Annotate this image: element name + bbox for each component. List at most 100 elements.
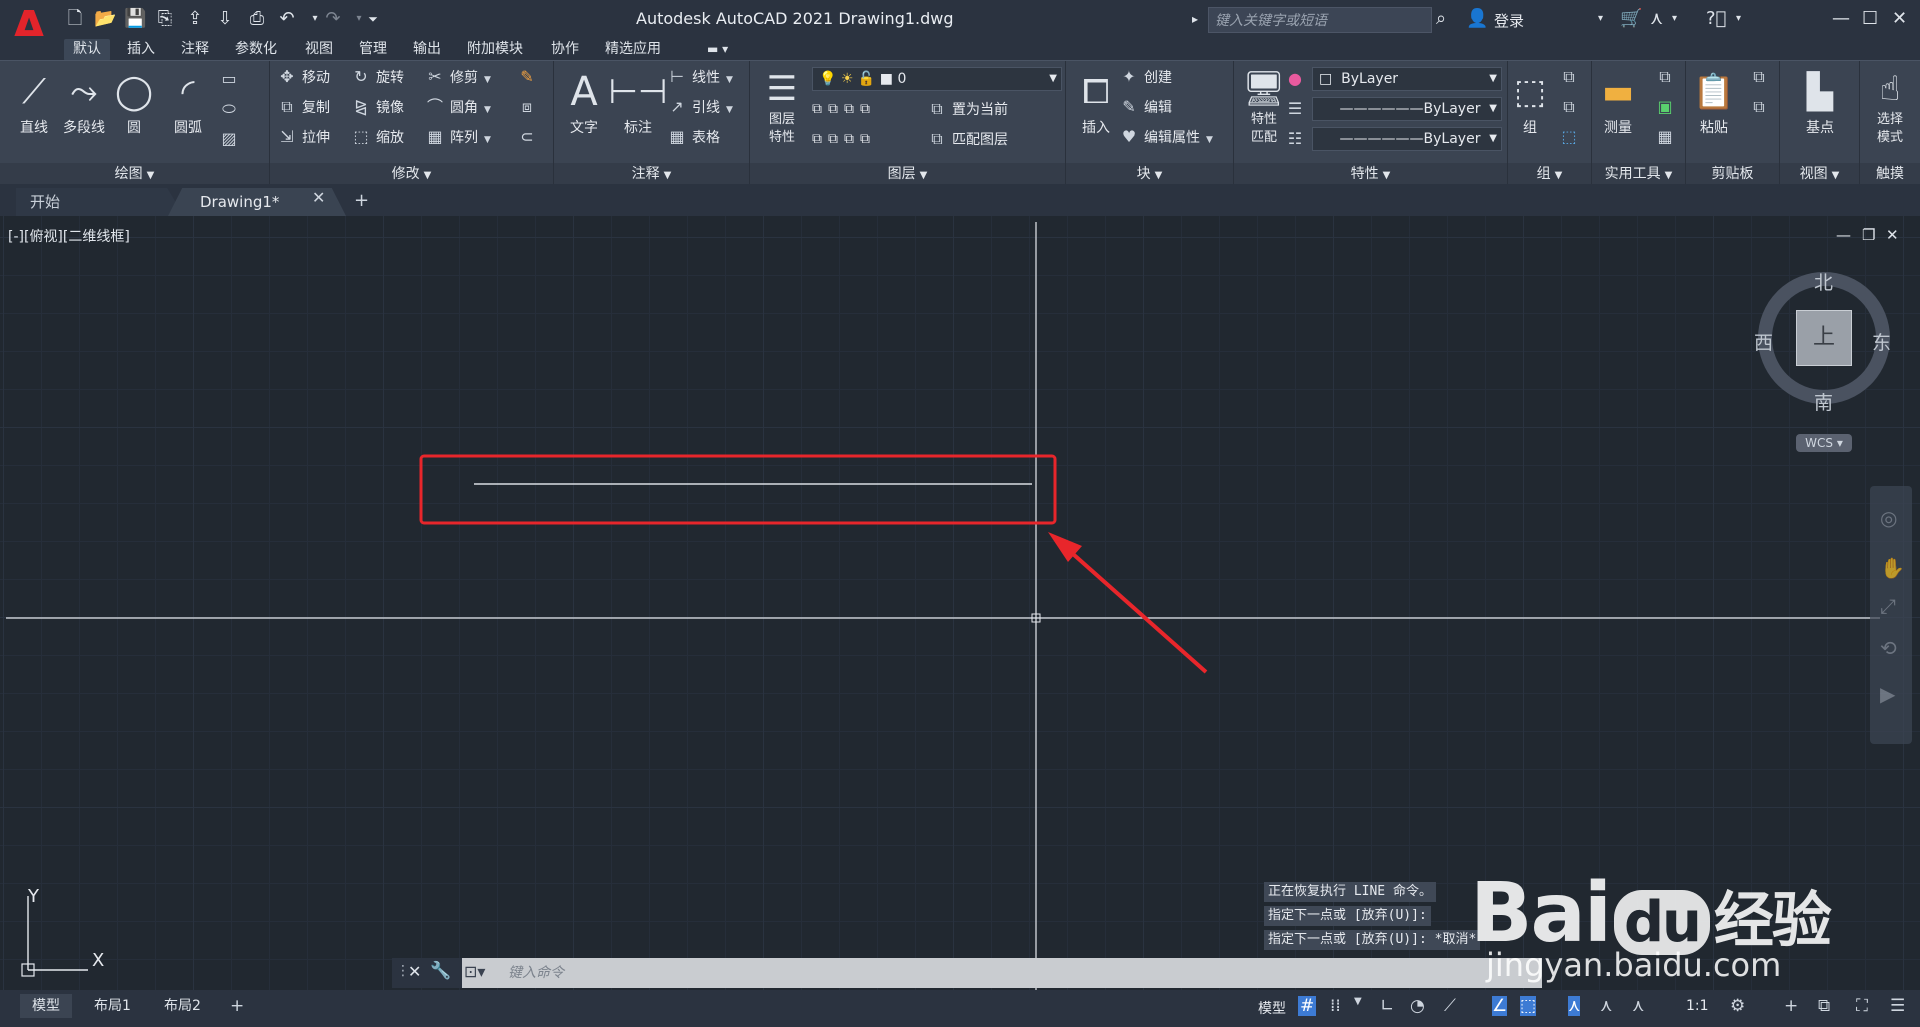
new-file-icon[interactable]: 🗋 [64, 8, 86, 30]
cut-icon[interactable]: ⧉ [1748, 65, 1774, 89]
group-edit-icon[interactable]: ⧉ [1558, 95, 1584, 119]
ellipse-button[interactable]: ⬭ [218, 97, 244, 121]
ungroup-icon[interactable]: ⧉ [1558, 65, 1584, 89]
fillet-button[interactable]: ⌒ 圆角 ▼ [424, 95, 491, 119]
lineweight-dropdown[interactable]: ——————ByLayer ▼ [1312, 97, 1502, 121]
search-input[interactable]: 键入关键字或短语 [1208, 7, 1432, 33]
tab-parametric[interactable]: 参数化 [226, 39, 286, 61]
group-select-icon[interactable]: ⬚ [1558, 125, 1584, 149]
ribbon-toggle-icon[interactable]: ▬ ▾ [698, 39, 737, 61]
search-icon[interactable]: ⌕ [1436, 8, 1446, 30]
steering-wheel-icon[interactable]: ◎ [1880, 506, 1897, 530]
model-space-toggle[interactable]: 模型 [1258, 998, 1286, 1018]
maximize-icon[interactable]: ☐ [1862, 8, 1878, 30]
tab-view[interactable]: 视图 [296, 39, 342, 61]
save-as-icon[interactable]: ⎘ [154, 8, 176, 30]
close-icon[interactable]: ✕ [1892, 8, 1907, 30]
quick-select-icon[interactable]: ▣ [1654, 95, 1680, 119]
compass-north[interactable]: 北 [1814, 268, 1833, 295]
compass-west[interactable]: 西 [1754, 328, 1773, 355]
add-layout-icon[interactable]: + [230, 996, 244, 1016]
hatch-button[interactable]: ▨ [218, 127, 244, 151]
groups-panel-label[interactable]: 组 ▼ [1508, 163, 1591, 185]
arc-button[interactable]: ◜ 圆弧 [158, 67, 218, 137]
command-customize-icon[interactable]: 🔧 [430, 961, 451, 981]
leader-button[interactable]: ↗ 引线 ▼ [666, 95, 733, 119]
compass-south[interactable]: 南 [1814, 388, 1833, 415]
isolate-objects-icon[interactable]: ⧉ [1818, 996, 1830, 1016]
base-view-button[interactable]: ▙ 基点 [1790, 67, 1850, 137]
tab-addins[interactable]: 附加模块 [458, 39, 532, 61]
snap-dropdown-icon[interactable]: ▼ [1354, 996, 1362, 1007]
annotation-scale-icon[interactable]: ⋏ [1632, 996, 1644, 1016]
set-current-button[interactable]: ⧉ 置为当前 [926, 97, 1008, 121]
layer-properties-button[interactable]: ☰ 图层 特性 [752, 67, 812, 147]
tab-default[interactable]: 默认 [64, 39, 110, 61]
customize-toolbar-icon[interactable]: ⏷ [362, 8, 384, 30]
stretch-button[interactable]: ⇲ 拉伸 [276, 125, 330, 149]
annotation-scale-value[interactable]: 1:1 [1686, 998, 1709, 1014]
help-icon[interactable]: ?⃝ [1706, 8, 1726, 30]
tab-annotate[interactable]: 注释 [172, 39, 218, 61]
layers-panel-label[interactable]: 图层 ▼ [750, 163, 1065, 185]
command-close-icon[interactable]: ✕ [408, 962, 421, 981]
recent-commands-icon[interactable]: ⊡▾ [464, 962, 485, 981]
mirror-button[interactable]: ⧎ 镜像 [350, 95, 404, 119]
user-icon[interactable]: 👤 [1466, 8, 1488, 30]
object-snap-icon[interactable]: ⬚ [1520, 996, 1537, 1016]
insert-block-button[interactable]: ⧠ 插入 [1066, 67, 1126, 137]
properties-panel-label[interactable]: 特性 ▼ [1234, 163, 1507, 185]
viewcube-top-face[interactable]: 上 [1796, 310, 1852, 366]
color-wheel-icon[interactable]: ● [1284, 67, 1310, 91]
workspace-gear-icon[interactable]: ⚙ [1730, 996, 1745, 1016]
tab-manage[interactable]: 管理 [350, 39, 396, 61]
paste-button[interactable]: 📋 粘贴 [1684, 67, 1744, 137]
trim-button[interactable]: ✂ 修剪 ▼ [424, 65, 491, 89]
id-point-icon[interactable]: ⧉ [1654, 65, 1680, 89]
wcs-menu[interactable]: WCS ▾ [1796, 434, 1852, 452]
polar-tracking-icon[interactable]: ◔ [1410, 996, 1425, 1016]
annotation-panel-label[interactable]: 注释 ▼ [554, 163, 749, 185]
tab-featured-apps[interactable]: 精选应用 [596, 39, 670, 61]
circle-button[interactable]: ◯ 圆 [104, 67, 164, 137]
ortho-icon[interactable]: ∟ [1380, 996, 1394, 1016]
linetype-dropdown[interactable]: ——————ByLayer ▼ [1312, 127, 1502, 151]
group-button[interactable]: ⬚ 组 [1500, 67, 1560, 137]
match-layer-button[interactable]: ⧉ 匹配图层 [926, 127, 1008, 151]
open-file-icon[interactable]: 📂 [94, 8, 116, 30]
new-tab-icon[interactable]: + [354, 190, 369, 211]
cart-icon[interactable]: 🛒 [1620, 8, 1642, 30]
redo-icon[interactable]: ↷ [322, 8, 344, 30]
scale-button[interactable]: ⬚ 缩放 [350, 125, 404, 149]
open-web-icon[interactable]: ⇪ [184, 8, 206, 30]
edit-block-button[interactable]: ✎ 编辑 [1118, 95, 1172, 119]
autodesk-icon[interactable]: ⋏ [1650, 8, 1663, 30]
save-icon[interactable]: 💾 [124, 8, 146, 30]
layout-tab-layout1[interactable]: 布局1 [82, 994, 143, 1018]
dimension-button[interactable]: ⊢⊣ 标注 [608, 67, 668, 137]
draw-panel-label[interactable]: 绘图 ▼ [0, 163, 269, 185]
search-expand-icon[interactable]: ▸ [1192, 8, 1198, 30]
touch-panel-label[interactable]: 触摸 [1860, 163, 1920, 185]
layer-tools-row1[interactable]: ⧉⧉⧉⧉ [812, 97, 876, 121]
minimize-icon[interactable]: — [1832, 8, 1850, 30]
autodesk-dropdown-icon[interactable]: ▾ [1672, 8, 1677, 30]
annotation-visibility-icon[interactable]: ⋏ [1568, 996, 1581, 1016]
table-button[interactable]: ▦ 表格 [666, 125, 720, 149]
isodraft-icon[interactable]: ⟋ [1444, 996, 1456, 1016]
snap-icon[interactable]: ⁞⁞ [1330, 996, 1341, 1016]
command-line[interactable] [394, 958, 1542, 988]
plot-icon[interactable]: ⎙ [246, 8, 268, 30]
auto-scale-icon[interactable]: ⋏ [1600, 996, 1612, 1016]
layer-tools-row2[interactable]: ⧉⧉⧉⧉ [812, 127, 876, 151]
undo-icon[interactable]: ↶ [276, 8, 298, 30]
customize-menu-icon[interactable]: ☰ [1890, 996, 1905, 1016]
text-button[interactable]: A 文字 [554, 67, 614, 137]
modify-panel-label[interactable]: 修改 ▼ [270, 163, 553, 185]
tab-collaborate[interactable]: 协作 [542, 39, 588, 61]
tab-insert[interactable]: 插入 [118, 39, 164, 61]
login-button[interactable]: 登录 [1494, 10, 1524, 31]
edit-attributes-button[interactable]: ♥ 编辑属性 ▼ [1118, 125, 1213, 149]
measure-button[interactable]: ▬ 测量 [1588, 67, 1648, 137]
copy-clip-icon[interactable]: ⧉ [1748, 95, 1774, 119]
